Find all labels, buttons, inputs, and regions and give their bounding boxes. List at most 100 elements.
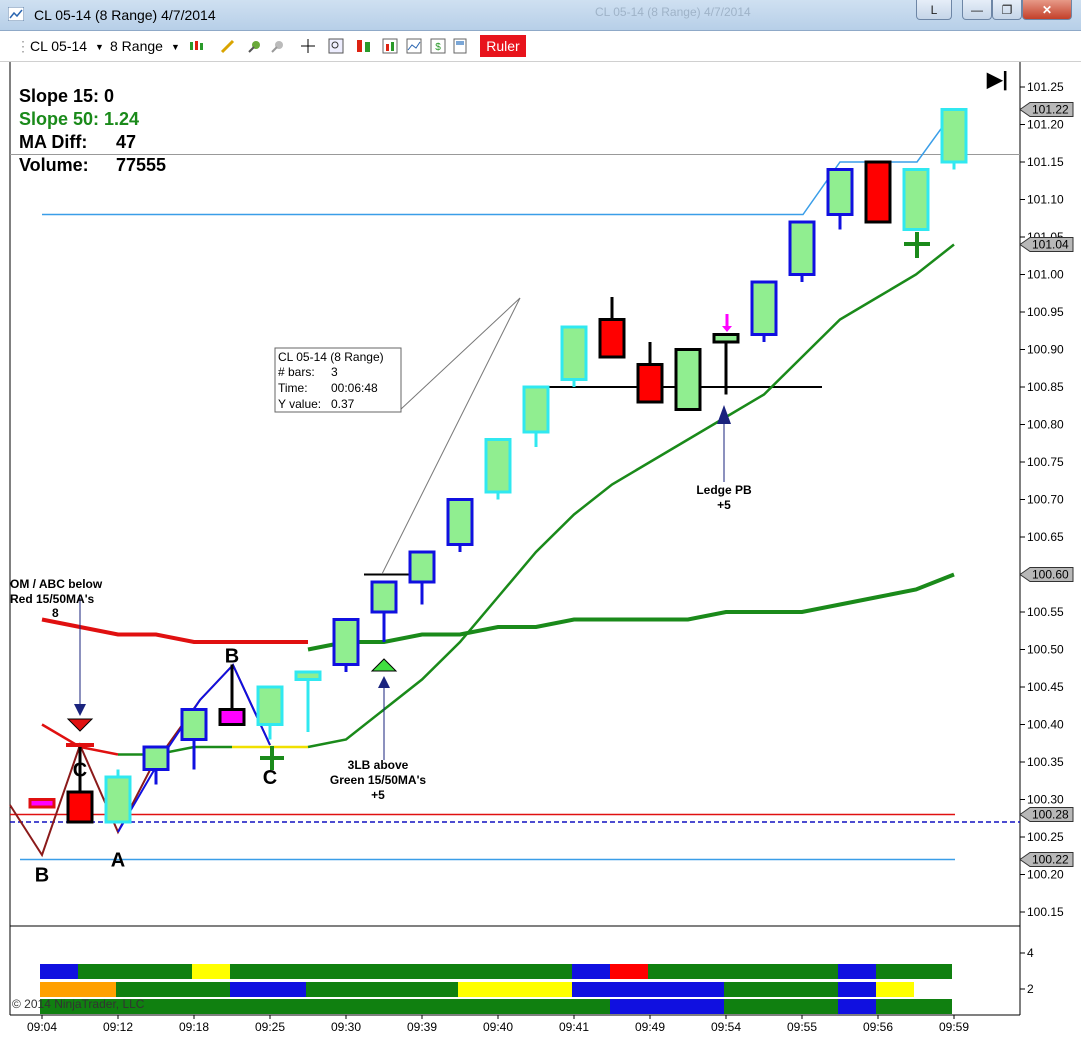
price-tick-label: 100.65	[1027, 530, 1064, 544]
indicator-block	[610, 999, 724, 1014]
data-box-icon[interactable]: $	[430, 38, 446, 54]
indicator-block	[192, 964, 230, 979]
indicator-tick-label: 2	[1027, 982, 1034, 996]
price-tick-label: 100.95	[1027, 305, 1064, 319]
indicator-block	[40, 964, 78, 979]
candle-body	[104, 775, 132, 824]
indicator-block	[876, 999, 952, 1014]
indicator-block	[724, 982, 838, 997]
price-tick-label: 100.30	[1027, 793, 1064, 807]
price-tick-label: 100.50	[1027, 643, 1064, 657]
price-marker-label: 100.60	[1032, 568, 1069, 582]
properties-icon[interactable]	[452, 38, 468, 54]
crosshair-icon[interactable]	[247, 38, 263, 54]
candle-body	[750, 280, 778, 336]
chart-area[interactable]: 101.25101.20101.15101.10101.05101.00100.…	[0, 62, 1081, 1039]
candle-body	[142, 745, 170, 771]
candle-body	[522, 385, 550, 434]
candle-body	[408, 550, 436, 584]
time-tick-label: 09:40	[483, 1020, 513, 1034]
tooltip-y-label: Y value:	[278, 397, 321, 411]
close-button[interactable]: ✕	[1022, 0, 1072, 20]
price-tick-label: 100.70	[1027, 493, 1064, 507]
candle-body	[180, 708, 208, 741]
scroll-to-end-icon[interactable]: ▶|	[987, 67, 1008, 92]
interval-selector[interactable]: 8 Range	[110, 38, 163, 54]
ruler-button[interactable]: Ruler	[480, 35, 526, 57]
time-tick-label: 09:49	[635, 1020, 665, 1034]
candle-body	[370, 580, 398, 614]
tooltip-y-value: 0.37	[331, 397, 355, 411]
time-tick-label: 09:54	[711, 1020, 741, 1034]
price-tick-label: 100.55	[1027, 605, 1064, 619]
price-chart[interactable]: 101.25101.20101.15101.10101.05101.00100.…	[0, 62, 1081, 1039]
price-tick-label: 101.00	[1027, 268, 1064, 282]
svg-text:$: $	[435, 42, 441, 53]
price-tick-label: 101.25	[1027, 80, 1064, 94]
indicator-block	[572, 964, 610, 979]
minimize-button[interactable]: —	[962, 0, 992, 20]
candle-body	[636, 363, 664, 404]
instrument-dropdown-icon[interactable]: ▼	[95, 42, 104, 52]
indicator-block	[838, 999, 876, 1014]
price-tick-label: 100.20	[1027, 868, 1064, 882]
time-tick-label: 09:12	[103, 1020, 133, 1034]
candle-body	[788, 220, 816, 276]
indicator-tick-label: 4	[1027, 946, 1034, 960]
strategy-icon[interactable]	[356, 38, 372, 54]
time-tick-label: 09:39	[407, 1020, 437, 1034]
candle-body	[484, 438, 512, 494]
price-marker-label: 100.28	[1032, 808, 1069, 822]
candle-body	[940, 108, 968, 164]
indicator-block	[458, 982, 572, 997]
indicator-block	[610, 964, 648, 979]
candle-body	[560, 325, 588, 381]
l-button[interactable]: L	[916, 0, 952, 20]
indicator-block	[724, 999, 838, 1014]
move-icon[interactable]	[300, 38, 316, 54]
title-bar: CL 05-14 (8 Range) 4/7/2014 CL 05-14 (8 …	[0, 0, 1081, 31]
annotation-ledge-1: Ledge PB	[696, 483, 752, 497]
indicator-icon[interactable]	[382, 38, 398, 54]
price-tick-label: 100.85	[1027, 380, 1064, 394]
price-tick-label: 100.75	[1027, 455, 1064, 469]
chart-toolbar: ⋮ CL 05-14 ▼ 8 Range ▼ $ Ruler	[0, 31, 1081, 62]
bar-type-icon[interactable]	[188, 38, 204, 54]
tooltip-time-value: 00:06:48	[331, 381, 378, 395]
tooltip-bars-label: # bars:	[278, 365, 315, 379]
chart-style-icon[interactable]	[406, 38, 422, 54]
tooltip-line1: CL 05-14 (8 Range)	[278, 350, 384, 364]
maximize-button[interactable]: ❐	[992, 0, 1022, 20]
price-tick-label: 100.90	[1027, 343, 1064, 357]
time-tick-label: 09:25	[255, 1020, 285, 1034]
indicator-block	[230, 964, 572, 979]
annotation-ledge-2: +5	[717, 498, 731, 512]
price-marker-label: 100.22	[1032, 853, 1069, 867]
price-tick-label: 100.15	[1027, 905, 1064, 919]
time-tick-label: 09:55	[787, 1020, 817, 1034]
window-title: CL 05-14 (8 Range) 4/7/2014	[34, 7, 216, 23]
pivot-label: B	[225, 646, 239, 668]
candle-body	[902, 168, 930, 231]
price-marker-label: 101.04	[1032, 238, 1069, 252]
tooltip-time-label: Time:	[278, 381, 308, 395]
indicator-block	[838, 982, 876, 997]
drawing-pencil-icon[interactable]	[220, 38, 236, 54]
time-tick-label: 09:59	[939, 1020, 969, 1034]
interval-dropdown-icon[interactable]: ▼	[171, 42, 180, 52]
indicator-block	[876, 964, 952, 979]
indicator-block	[876, 982, 914, 997]
candle-body	[218, 708, 246, 726]
candle-body	[28, 798, 56, 809]
candle-body	[446, 498, 474, 546]
volume-value: 77555	[116, 155, 167, 175]
time-tick-label: 09:18	[179, 1020, 209, 1034]
background-window-title: CL 05-14 (8 Range) 4/7/2014	[595, 5, 751, 19]
instrument-selector[interactable]: CL 05-14	[30, 38, 87, 54]
zoom-icon[interactable]	[328, 38, 344, 54]
indicator-block	[230, 982, 306, 997]
snap-icon[interactable]	[270, 38, 286, 54]
time-tick-label: 09:30	[331, 1020, 361, 1034]
tooltip-bars-value: 3	[331, 365, 338, 379]
copyright-text: © 2014 NinjaTrader, LLC	[12, 997, 145, 1011]
